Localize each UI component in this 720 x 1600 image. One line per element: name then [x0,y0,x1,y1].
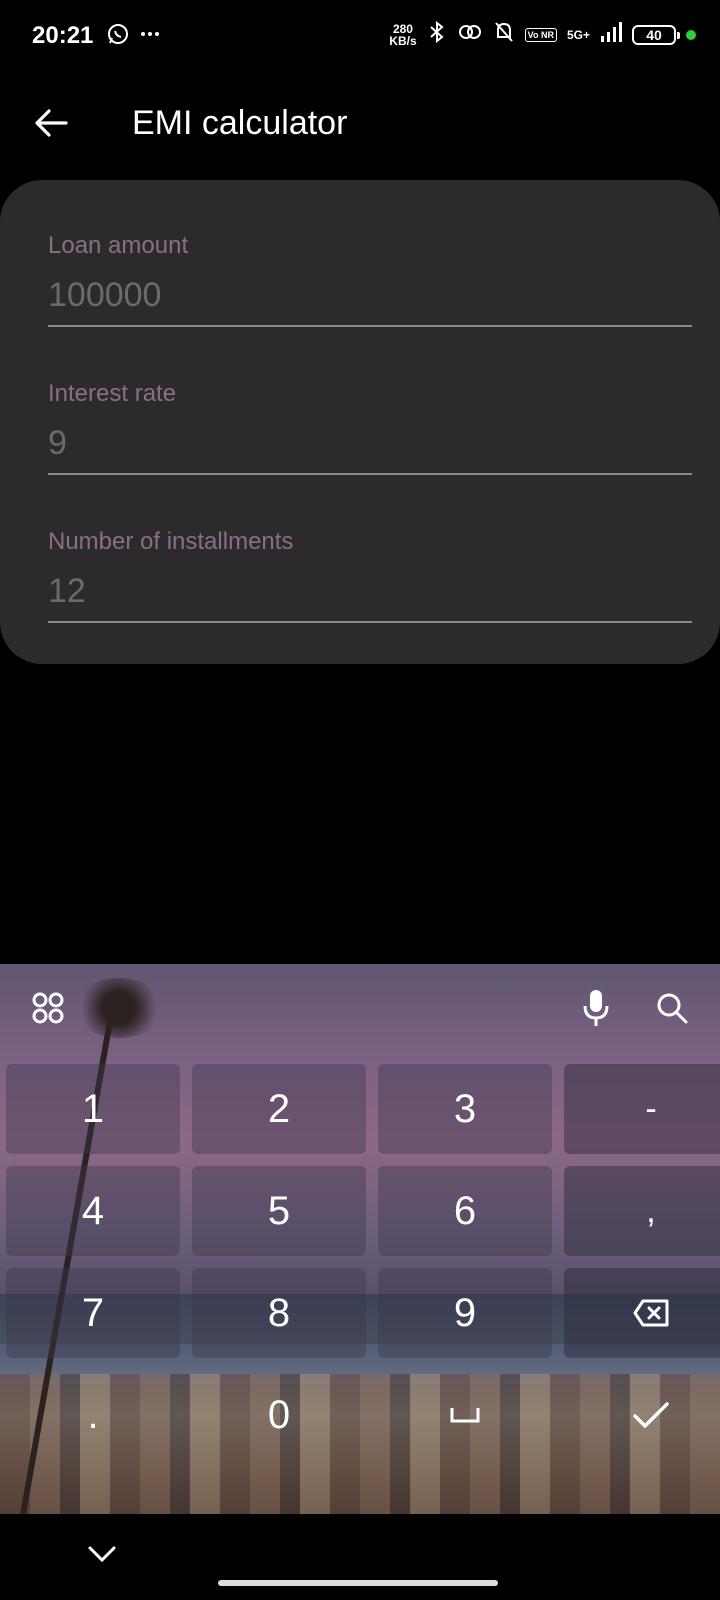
key-minus[interactable]: - [564,1064,720,1154]
link-icon [457,21,483,48]
loan-amount-underline [48,325,692,327]
more-icon [138,22,162,52]
numeric-keyboard: 1 2 3 - 4 5 6 , 7 8 9 . 0 [0,964,720,1514]
page-title: EMI calculator [132,104,348,142]
loan-amount-field[interactable]: Loan amount 100000 [48,232,692,327]
key-comma[interactable]: , [564,1166,720,1256]
emi-form-card: Loan amount 100000 Interest rate 9 Numbe… [0,180,720,664]
network-speed: 280 KB/s [389,21,417,48]
loan-amount-input[interactable]: 100000 [48,276,692,315]
mic-icon[interactable] [576,988,616,1028]
back-button[interactable] [28,100,74,146]
interest-rate-label: Interest rate [48,380,177,407]
interest-rate-field[interactable]: Interest rate 9 [48,380,692,475]
whatsapp-icon [106,22,130,52]
key-3[interactable]: 3 [378,1064,552,1154]
network-type: 5G+ [566,27,590,42]
chevron-down-icon[interactable] [82,1534,122,1574]
status-time: 20:21 [32,22,94,49]
navigation-bar [0,1514,720,1600]
done-key[interactable] [564,1370,720,1460]
checkmark-icon [633,1402,669,1428]
key-9[interactable]: 9 [378,1268,552,1358]
status-bar: 20:21 280 KB/s Vo NR 5G+ 40 [0,0,720,74]
space-key[interactable] [378,1370,552,1460]
app-bar: EMI calculator [0,80,720,170]
loan-amount-label: Loan amount [48,232,189,259]
privacy-dot [686,29,696,40]
key-6[interactable]: 6 [378,1166,552,1256]
installments-input[interactable]: 12 [48,572,692,611]
key-7[interactable]: 7 [6,1268,180,1358]
interest-rate-underline [48,473,692,475]
signal-icon [600,22,622,47]
key-dot[interactable]: . [6,1370,180,1460]
bluetooth-icon [427,20,447,49]
grid-icon[interactable] [28,988,68,1028]
key-2[interactable]: 2 [192,1064,366,1154]
key-8[interactable]: 8 [192,1268,366,1358]
backspace-key[interactable] [564,1268,720,1358]
installments-label: Number of installments [48,528,294,555]
space-icon [450,1408,480,1423]
key-5[interactable]: 5 [192,1166,366,1256]
home-gesture-bar[interactable] [218,1580,498,1586]
backspace-icon [633,1299,669,1327]
volte-badge: Vo NR [524,27,557,42]
key-1[interactable]: 1 [6,1064,180,1154]
key-4[interactable]: 4 [6,1166,180,1256]
battery-indicator: 40 [632,24,680,45]
installments-field[interactable]: Number of installments 12 [48,528,692,623]
installments-underline [48,621,692,623]
search-icon[interactable] [652,988,692,1028]
keypad-grid: 1 2 3 - 4 5 6 , 7 8 9 . 0 [6,1064,720,1460]
bell-off-icon [493,20,515,49]
key-0[interactable]: 0 [192,1370,366,1460]
interest-rate-input[interactable]: 9 [48,424,692,463]
keyboard-toolbar [0,964,720,1050]
arrow-left-icon [35,109,68,137]
